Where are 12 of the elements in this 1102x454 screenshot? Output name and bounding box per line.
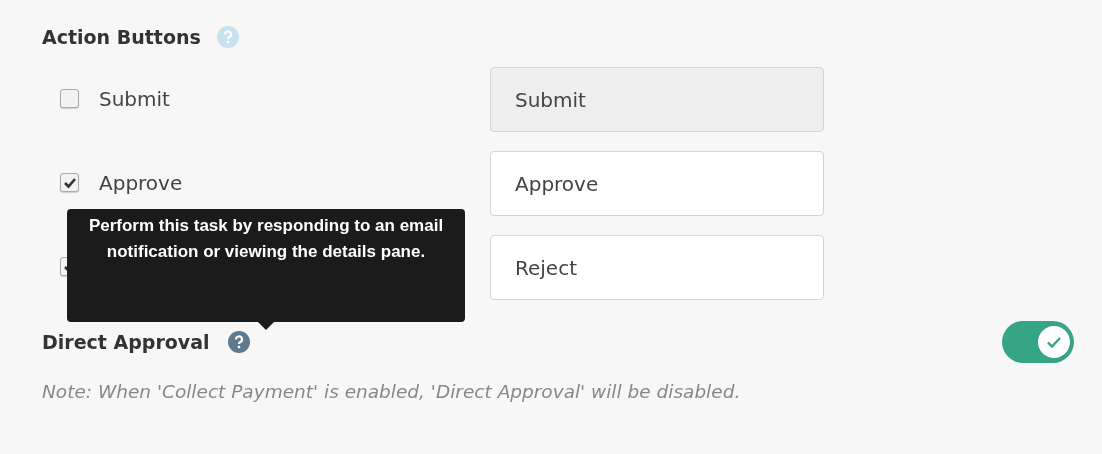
checkbox[interactable] (60, 173, 79, 192)
note-text: Note: When 'Collect Payment' is enabled, 'Direct Approval' will be disabled. (42, 381, 742, 402)
section-title: Direct Approval (42, 331, 210, 353)
checkbox-label: Submit (99, 86, 170, 111)
section-title: Action Buttons (42, 26, 201, 48)
toggle-switch[interactable] (1002, 321, 1074, 363)
input-field[interactable]: Approve (490, 151, 824, 216)
input-field[interactable]: Reject (490, 235, 824, 300)
help-icon[interactable] (227, 331, 250, 353)
checkbox-label: Approve (99, 170, 183, 195)
tooltip-pointer (258, 322, 274, 330)
tooltip: Perform this task by responding to an email notification or viewing the details pane. (67, 209, 465, 322)
